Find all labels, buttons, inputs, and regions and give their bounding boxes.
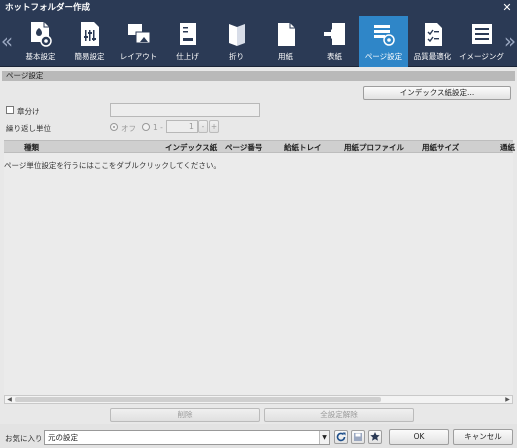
index-paper-settings-button[interactable]: インデックス紙設定... <box>363 86 511 100</box>
chevron-down-icon[interactable]: ▼ <box>319 431 329 444</box>
tab-label: 簡易設定 <box>74 52 105 61</box>
tab-label: ページ設定 <box>364 52 403 61</box>
refresh-button[interactable] <box>334 430 348 444</box>
tab-label: 表紙 <box>327 52 342 61</box>
repeat-decrement-button[interactable]: - <box>198 120 208 133</box>
finishing-icon <box>179 23 196 45</box>
refresh-icon <box>336 432 346 442</box>
section-title: ページ設定 <box>2 71 515 81</box>
tab-basic-settings[interactable]: 基本設定 <box>16 16 65 67</box>
ok-button[interactable]: OK <box>389 429 449 445</box>
tab-quality-optimization[interactable]: 品質最適化 <box>408 16 457 67</box>
favorites-select-value: 元の設定 <box>48 433 78 442</box>
chevron-right-icon[interactable]: » <box>503 26 517 56</box>
fold-icon <box>228 24 245 46</box>
scroll-left-icon[interactable]: ◀ <box>5 396 14 403</box>
quality-optimization-icon <box>424 23 442 46</box>
star-icon <box>370 432 380 441</box>
delete-all-settings-button[interactable]: 全設定解除 <box>264 408 414 422</box>
paper-icon <box>277 23 295 46</box>
page-settings-icon <box>373 25 395 46</box>
chapter-split-field[interactable] <box>110 103 260 117</box>
tab-page-settings[interactable]: ページ設定 <box>359 16 408 67</box>
table-hint: ページ単位設定を行うにはここをダブルクリックしてください。 <box>4 161 221 170</box>
cancel-button[interactable]: キャンセル <box>453 429 513 445</box>
repeat-off-label: オフ <box>121 124 136 133</box>
scrollbar-thumb[interactable] <box>15 397 381 402</box>
scroll-right-icon[interactable]: ▶ <box>503 396 512 403</box>
repeat-on-radio[interactable] <box>142 123 150 131</box>
tab-label: 折り <box>229 52 244 61</box>
title-bar: ホットフォルダー作成 ✕ <box>0 0 517 16</box>
repeat-unit-input[interactable]: 1 <box>166 120 198 133</box>
repeat-unit-label: 繰り返し単位 <box>6 124 51 133</box>
page-settings-table-header: 種類 インデックス紙 ページ番号 給紙トレイ 用紙プロファイル 用紙サイズ 通紙 <box>4 140 515 153</box>
close-icon[interactable]: ✕ <box>501 0 513 16</box>
tab-label: 用紙 <box>278 52 293 61</box>
delete-button[interactable]: 削除 <box>110 408 260 422</box>
favorite-manage-button[interactable] <box>368 430 382 444</box>
tab-cover[interactable]: 表紙 <box>310 16 359 67</box>
repeat-on-label: 1 - <box>153 123 163 132</box>
tab-label: 仕上げ <box>176 52 199 61</box>
repeat-off-radio[interactable] <box>110 123 118 131</box>
settings-toolbar: « 基本設定 簡易設定 レイアウト 仕上げ 折り 用紙 表紙 ページ設定 品質最… <box>0 16 517 67</box>
save-favorite-button[interactable] <box>351 430 365 444</box>
tab-simple-settings[interactable]: 簡易設定 <box>65 16 114 67</box>
chapter-split-checkbox[interactable] <box>6 106 14 114</box>
toolbar-items: 基本設定 簡易設定 レイアウト 仕上げ 折り 用紙 表紙 ページ設定 品質最適化… <box>14 16 506 67</box>
tab-fold[interactable]: 折り <box>212 16 261 67</box>
tab-label: レイアウト <box>119 52 158 61</box>
basic-settings-icon <box>30 22 52 47</box>
repeat-increment-button[interactable]: + <box>209 120 219 133</box>
chapter-split-label: 章分け <box>17 107 40 116</box>
imaging-icon <box>471 24 492 44</box>
tab-finishing[interactable]: 仕上げ <box>163 16 212 67</box>
favorites-label: お気に入り <box>5 434 43 443</box>
tab-label: 品質最適化 <box>413 52 452 61</box>
simple-settings-icon <box>80 22 99 46</box>
tab-layout[interactable]: レイアウト <box>114 16 163 67</box>
horizontal-scrollbar[interactable]: ◀ ▶ <box>4 395 513 404</box>
cover-icon <box>323 23 345 45</box>
favorites-select[interactable]: 元の設定 ▼ <box>44 430 330 445</box>
tab-label: 基本設定 <box>25 52 56 61</box>
tab-imaging[interactable]: イメージング <box>457 16 506 67</box>
save-icon <box>354 433 362 441</box>
layout-icon <box>127 24 150 44</box>
tab-paper[interactable]: 用紙 <box>261 16 310 67</box>
chevron-left-icon[interactable]: « <box>0 26 14 56</box>
page-settings-table-body[interactable] <box>4 153 513 395</box>
tab-label: イメージング <box>459 52 504 61</box>
window-title: ホットフォルダー作成 <box>5 3 91 13</box>
